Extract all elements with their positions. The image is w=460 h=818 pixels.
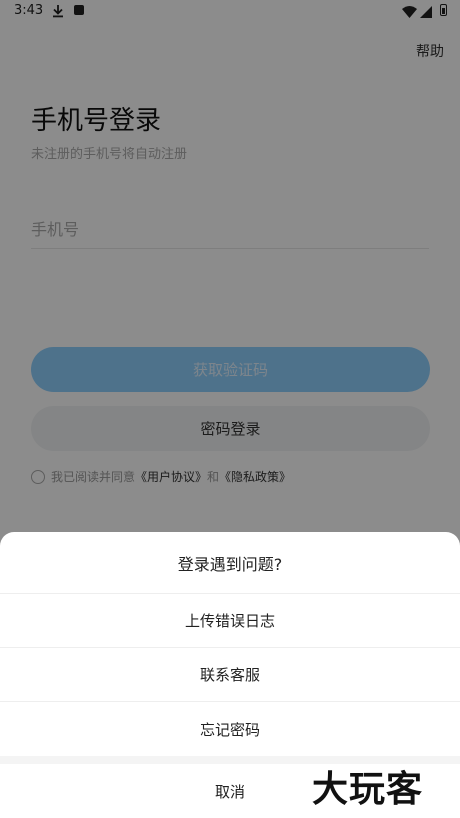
upload-error-log-option[interactable]: 上传错误日志 (0, 594, 460, 648)
sheet-title: 登录遇到问题? (0, 532, 460, 594)
contact-support-option[interactable]: 联系客服 (0, 648, 460, 702)
forgot-password-option[interactable]: 忘记密码 (0, 702, 460, 756)
watermark-logo: 大玩客 (312, 769, 424, 810)
